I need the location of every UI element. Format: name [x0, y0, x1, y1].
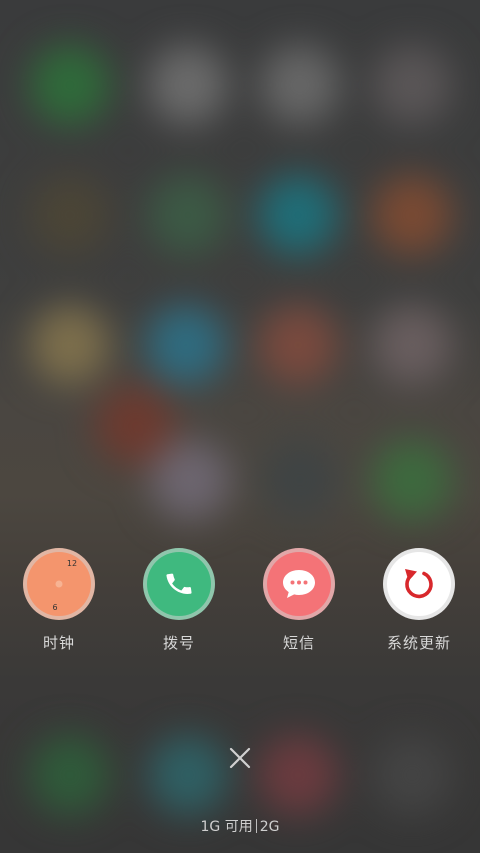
system-update-icon	[383, 548, 455, 620]
blurred-app-icon	[372, 45, 452, 125]
blurred-app-icon	[372, 175, 452, 255]
blurred-app-icon	[148, 175, 228, 255]
memory-divider	[255, 819, 257, 833]
blurred-app-icon	[30, 305, 110, 385]
memory-status: 1G 可用 2G	[0, 816, 480, 836]
speech-bubble-glyph	[283, 570, 315, 598]
clock-twelve-label: 12	[67, 559, 77, 568]
blurred-app-icon	[258, 175, 338, 255]
blurred-app-icon	[258, 735, 338, 815]
memory-available: 1G 可用	[200, 819, 253, 835]
clock-face: 12 6	[52, 559, 77, 612]
message-icon	[263, 548, 335, 620]
recent-apps-row: 12 6 时钟 拨号 短信 系统更新	[0, 548, 480, 658]
app-label-system-update: 系统更新	[386, 634, 451, 652]
clock-center-dot	[55, 580, 63, 588]
clock-icon: 12 6	[23, 548, 95, 620]
blurred-app-icon	[260, 440, 340, 520]
recent-app-messages[interactable]: 短信	[249, 548, 349, 653]
blurred-app-icon	[148, 45, 228, 125]
blurred-app-icon	[30, 175, 110, 255]
close-icon	[229, 747, 251, 769]
blurred-app-icon	[260, 45, 340, 125]
phone-icon	[143, 548, 215, 620]
blurred-app-icon	[146, 305, 226, 385]
recent-app-system-update[interactable]: 系统更新	[369, 548, 469, 653]
blurred-app-icon	[150, 440, 230, 520]
app-label-dialer: 拨号	[162, 634, 195, 652]
phone-handset-glyph	[166, 573, 192, 594]
blurred-home-screen-background	[0, 0, 480, 853]
blurred-app-icon	[148, 735, 228, 815]
refresh-arrow-glyph	[405, 569, 433, 599]
clock-six-label: 6	[52, 603, 57, 612]
recent-apps-screen: 12 6 时钟 拨号 短信 系统更新 1G 可用 2G	[0, 0, 480, 853]
recent-app-clock[interactable]: 12 6 时钟	[9, 548, 109, 653]
clear-all-button[interactable]	[222, 740, 258, 776]
blurred-app-icon	[372, 735, 452, 815]
app-label-messages: 短信	[282, 634, 315, 652]
recent-app-dialer[interactable]: 拨号	[129, 548, 229, 653]
blurred-app-icon	[372, 440, 452, 520]
blurred-app-icon	[258, 305, 338, 385]
blurred-app-icon	[30, 735, 110, 815]
app-label-clock: 时钟	[42, 634, 75, 652]
blurred-app-icon	[30, 45, 110, 125]
blurred-app-icon	[372, 305, 452, 385]
memory-total: 2G	[259, 819, 280, 835]
